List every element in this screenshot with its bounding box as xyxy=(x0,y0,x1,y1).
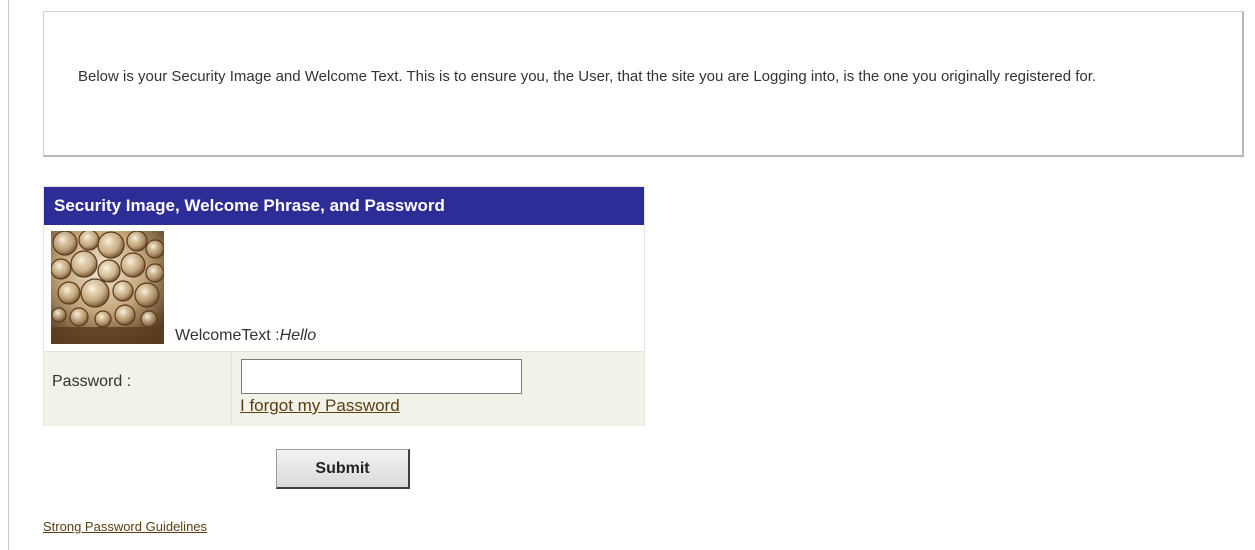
security-image xyxy=(51,231,164,344)
welcome-value: Hello xyxy=(279,327,317,344)
welcome-text: WelcomeText :Hello xyxy=(175,327,316,345)
password-label: Password : xyxy=(52,373,132,390)
password-label-cell: Password : xyxy=(44,352,232,426)
password-row: Password : I forgot my Password xyxy=(44,351,644,426)
submit-button[interactable]: Submit xyxy=(276,449,410,489)
password-input[interactable] xyxy=(241,359,522,394)
security-image-row: WelcomeText :Hello xyxy=(44,225,644,351)
security-info-text: Below is your Security Image and Welcome… xyxy=(78,68,1097,85)
security-panel: Security Image, Welcome Phrase, and Pass… xyxy=(43,186,645,426)
soap-bubbles-icon xyxy=(51,231,164,344)
strong-password-guidelines-link[interactable]: Strong Password Guidelines xyxy=(43,519,207,534)
security-info-box: Below is your Security Image and Welcome… xyxy=(43,11,1244,157)
panel-header: Security Image, Welcome Phrase, and Pass… xyxy=(44,187,644,225)
forgot-password-link[interactable]: I forgot my Password xyxy=(240,396,400,416)
welcome-label: WelcomeText : xyxy=(175,327,280,344)
